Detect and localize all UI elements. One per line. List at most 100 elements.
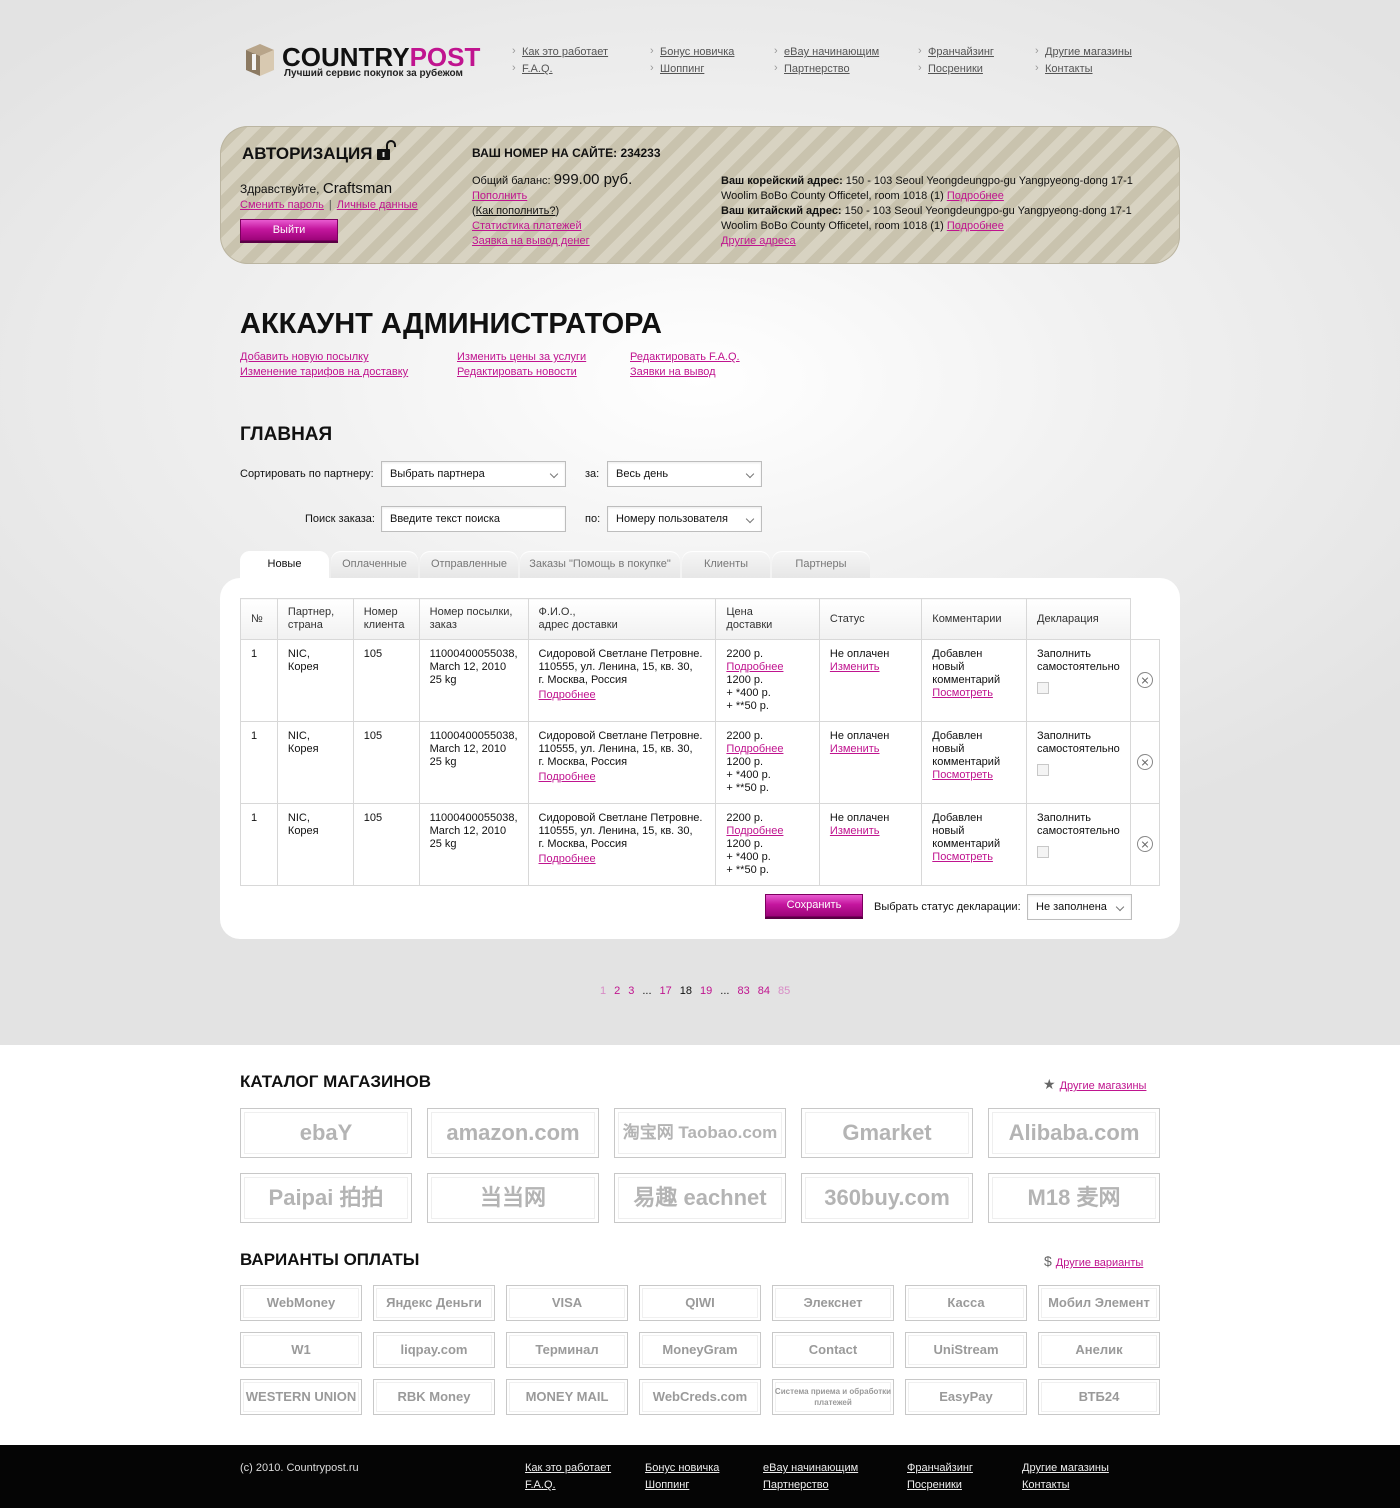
- declaration-checkbox[interactable]: [1037, 682, 1049, 694]
- shop-logo[interactable]: Paipai 拍拍: [240, 1173, 412, 1223]
- payment-logo[interactable]: Терминал: [506, 1332, 628, 1368]
- other-payments-more[interactable]: $ Другие варианты: [1044, 1253, 1143, 1269]
- page-link[interactable]: 1: [600, 985, 606, 997]
- save-button[interactable]: Сохранить: [765, 894, 863, 917]
- change-status-link[interactable]: Изменить: [830, 743, 880, 755]
- change-tariffs-link[interactable]: Изменение тарифов на доставку: [240, 366, 408, 378]
- tab-sent[interactable]: Отправленные: [420, 551, 518, 579]
- change-status-link[interactable]: Изменить: [830, 661, 880, 673]
- other-shops-link[interactable]: Другие магазины: [1060, 1080, 1147, 1092]
- other-addresses-link[interactable]: Другие адреса: [721, 235, 796, 247]
- payment-stats-link[interactable]: Статистика платежей: [472, 220, 582, 232]
- change-status-link[interactable]: Изменить: [830, 825, 880, 837]
- payment-logo[interactable]: liqpay.com: [373, 1332, 495, 1368]
- nav-partnership[interactable]: Партнерство: [774, 62, 850, 75]
- nav-intermediaries[interactable]: Посреники: [918, 62, 983, 75]
- page-link[interactable]: 19: [700, 985, 712, 997]
- delete-icon[interactable]: [1136, 836, 1153, 852]
- nav-newbie-bonus[interactable]: Бонус новичка: [650, 45, 734, 58]
- page-link[interactable]: 17: [660, 985, 672, 997]
- payment-logo[interactable]: Мобил Элемент: [1038, 1285, 1160, 1321]
- footer-franchising[interactable]: Франчайзинг: [907, 1462, 973, 1474]
- other-payments-link[interactable]: Другие варианты: [1056, 1257, 1144, 1269]
- edit-faq-link[interactable]: Редактировать F.A.Q.: [630, 351, 740, 363]
- payment-logo[interactable]: W1: [240, 1332, 362, 1368]
- payment-logo[interactable]: Система приема и обработки платежей: [772, 1379, 894, 1415]
- period-select[interactable]: Весь день: [607, 461, 762, 487]
- add-parcel-link[interactable]: Добавить новую посылку: [240, 351, 369, 363]
- korean-more-link[interactable]: Подробнее: [947, 190, 1004, 202]
- nav-shopping[interactable]: Шоппинг: [650, 62, 704, 75]
- footer-other-shops[interactable]: Другие магазины: [1022, 1462, 1109, 1474]
- nav-faq[interactable]: F.A.Q.: [512, 62, 553, 75]
- payment-logo[interactable]: Яндекс Деньги: [373, 1285, 495, 1321]
- tab-clients[interactable]: Клиенты: [682, 551, 770, 579]
- view-comment-link[interactable]: Посмотреть: [932, 769, 993, 781]
- logout-button[interactable]: Выйти: [240, 219, 338, 241]
- footer-contacts[interactable]: Контакты: [1022, 1479, 1070, 1491]
- how-topup-link[interactable]: Как пополнить?: [476, 205, 556, 217]
- other-shops-more[interactable]: ★ Другие магазины: [1043, 1076, 1146, 1093]
- shop-logo[interactable]: ebaY: [240, 1108, 412, 1158]
- payment-logo[interactable]: WESTERN UNION: [240, 1379, 362, 1415]
- declaration-checkbox[interactable]: [1037, 764, 1049, 776]
- shop-logo[interactable]: Alibaba.com: [988, 1108, 1160, 1158]
- shop-logo[interactable]: Gmarket: [801, 1108, 973, 1158]
- nav-franchising[interactable]: Франчайзинг: [918, 45, 994, 58]
- shop-logo[interactable]: 易趣 eachnet: [614, 1173, 786, 1223]
- payment-logo[interactable]: Касса: [905, 1285, 1027, 1321]
- change-password-link[interactable]: Сменить пароль: [240, 199, 324, 211]
- address-more-link[interactable]: Подробнее: [539, 771, 596, 783]
- payment-logo[interactable]: UniStream: [905, 1332, 1027, 1368]
- tab-purchase-help[interactable]: Заказы "Помощь в покупке": [520, 551, 680, 579]
- price-more-link[interactable]: Подробнее: [726, 743, 783, 755]
- address-more-link[interactable]: Подробнее: [539, 853, 596, 865]
- footer-ebay-beginners[interactable]: eBay начинающим: [763, 1462, 858, 1474]
- tab-new[interactable]: Новые: [240, 551, 329, 581]
- withdraw-request-link[interactable]: Заявка на вывод денег: [472, 235, 590, 247]
- footer-faq[interactable]: F.A.Q.: [525, 1479, 556, 1491]
- address-more-link[interactable]: Подробнее: [539, 689, 596, 701]
- payment-logo[interactable]: WebMoney: [240, 1285, 362, 1321]
- price-more-link[interactable]: Подробнее: [726, 661, 783, 673]
- footer-newbie-bonus[interactable]: Бонус новичка: [645, 1462, 719, 1474]
- payment-logo[interactable]: Contact: [772, 1332, 894, 1368]
- declaration-checkbox[interactable]: [1037, 846, 1049, 858]
- page-link[interactable]: 85: [778, 985, 790, 997]
- footer-shopping[interactable]: Шоппинг: [645, 1479, 689, 1491]
- footer-intermediaries[interactable]: Посреники: [907, 1479, 962, 1491]
- page-link[interactable]: 84: [758, 985, 770, 997]
- delete-icon[interactable]: [1136, 672, 1153, 688]
- payment-logo[interactable]: MONEY MAIL: [506, 1379, 628, 1415]
- change-prices-link[interactable]: Изменить цены за услуги: [457, 351, 586, 363]
- footer-how-it-works[interactable]: Как это работает: [525, 1462, 611, 1474]
- payment-logo[interactable]: RBK Money: [373, 1379, 495, 1415]
- payment-logo[interactable]: EasyPay: [905, 1379, 1027, 1415]
- shop-logo[interactable]: M18 麦网: [988, 1173, 1160, 1223]
- footer-partnership[interactable]: Партнерство: [763, 1479, 829, 1491]
- payment-logo[interactable]: MoneyGram: [639, 1332, 761, 1368]
- personal-data-link[interactable]: Личные данные: [337, 199, 418, 211]
- search-input[interactable]: Введите текст поиска: [381, 506, 566, 532]
- shop-logo[interactable]: 360buy.com: [801, 1173, 973, 1223]
- delete-icon[interactable]: [1136, 754, 1153, 770]
- chinese-more-link[interactable]: Подробнее: [947, 220, 1004, 232]
- page-link[interactable]: 3: [628, 985, 634, 997]
- payment-logo[interactable]: QIWI: [639, 1285, 761, 1321]
- partner-select[interactable]: Выбрать партнера: [381, 461, 566, 487]
- logo[interactable]: COUNTRYPOST Лучший сервис покупок за руб…: [246, 42, 480, 82]
- search-by-select[interactable]: Номеру пользователя: [607, 506, 762, 532]
- payment-logo[interactable]: WebCreds.com: [639, 1379, 761, 1415]
- shop-logo[interactable]: amazon.com: [427, 1108, 599, 1158]
- payment-logo[interactable]: VISA: [506, 1285, 628, 1321]
- decl-status-select[interactable]: Не заполнена: [1027, 894, 1132, 920]
- view-comment-link[interactable]: Посмотреть: [932, 687, 993, 699]
- tab-paid[interactable]: Оплаченные: [331, 551, 418, 579]
- nav-how-it-works[interactable]: Как это работает: [512, 45, 608, 58]
- payment-logo[interactable]: ВТБ24: [1038, 1379, 1160, 1415]
- shop-logo[interactable]: 当当网: [427, 1173, 599, 1223]
- tab-partners[interactable]: Партнеры: [772, 551, 870, 579]
- view-comment-link[interactable]: Посмотреть: [932, 851, 993, 863]
- nav-other-shops[interactable]: Другие магазины: [1035, 45, 1132, 58]
- topup-link[interactable]: Пополнить: [472, 190, 527, 202]
